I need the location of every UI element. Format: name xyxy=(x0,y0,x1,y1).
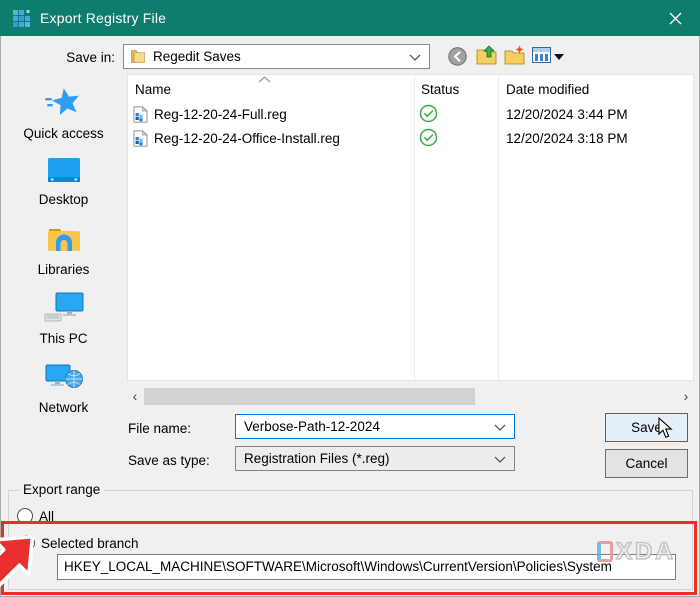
column-header-name[interactable]: Name xyxy=(135,82,171,97)
close-icon xyxy=(669,12,681,24)
save-button[interactable]: Save xyxy=(605,413,688,442)
save-in-combobox[interactable]: Regedit Saves xyxy=(123,44,430,69)
sidebar-item-libraries[interactable]: Libraries xyxy=(0,223,127,277)
save-as-type-label: Save as type: xyxy=(128,453,210,468)
file-name: Reg-12-20-24-Full.reg xyxy=(154,107,287,122)
chevron-down-icon xyxy=(494,424,506,431)
xda-logo-text: XDA xyxy=(615,538,676,565)
view-menu-icon[interactable] xyxy=(532,47,551,63)
radio-all[interactable] xyxy=(17,508,33,524)
chevron-down-icon xyxy=(494,456,506,463)
column-header-status[interactable]: Status xyxy=(421,82,459,97)
sidebar-item-label: Libraries xyxy=(37,262,90,277)
view-menu-caret-icon[interactable] xyxy=(554,54,564,60)
libraries-icon xyxy=(47,229,80,251)
scroll-right-icon[interactable]: › xyxy=(678,388,694,405)
folder-icon xyxy=(131,50,145,63)
file-name-combobox[interactable]: Verbose-Path-12-2024 xyxy=(235,414,515,439)
sync-status-check-icon xyxy=(419,104,438,123)
scroll-left-icon[interactable]: ‹ xyxy=(127,388,143,405)
export-range-legend: Export range xyxy=(19,482,105,497)
sidebar-item-desktop[interactable]: Desktop xyxy=(0,156,127,207)
branch-path-input[interactable]: HKEY_LOCAL_MACHINE\SOFTWARE\Microsoft\Wi… xyxy=(57,554,676,580)
file-name: Reg-12-20-24-Office-Install.reg xyxy=(154,131,340,146)
column-separator[interactable] xyxy=(414,75,415,380)
radio-all-label: All xyxy=(39,509,55,524)
file-date-modified: 12/20/2024 3:44 PM xyxy=(506,107,628,122)
window-title: Export Registry File xyxy=(40,10,167,26)
cancel-button-label: Cancel xyxy=(625,456,668,471)
column-header-date-modified[interactable]: Date modified xyxy=(506,82,589,97)
file-list: Name Status Date modified Reg-12-20-24-F… xyxy=(127,74,694,381)
file-date-modified: 12/20/2024 3:18 PM xyxy=(506,131,628,146)
quick-access-star-icon xyxy=(44,88,79,116)
sidebar-item-quick-access[interactable]: Quick access xyxy=(0,86,127,141)
radio-selected-branch-label: Selected branch xyxy=(41,536,139,551)
sync-status-check-icon xyxy=(419,128,438,147)
file-name-value: Verbose-Path-12-2024 xyxy=(244,419,380,434)
mouse-cursor-icon xyxy=(658,417,673,438)
sidebar-item-this-pc[interactable]: This PC xyxy=(0,292,127,346)
back-icon[interactable] xyxy=(448,47,467,66)
scrollbar-thumb[interactable] xyxy=(144,388,475,405)
cancel-button[interactable]: Cancel xyxy=(605,449,688,478)
registry-file-icon xyxy=(133,130,148,147)
file-name-label: File name: xyxy=(128,421,192,436)
xda-logo-bubble-icon xyxy=(597,541,613,562)
column-separator[interactable] xyxy=(498,75,499,380)
xda-watermark: XDA xyxy=(597,538,676,565)
sidebar-item-label: Quick access xyxy=(23,126,104,141)
sidebar-item-label: Desktop xyxy=(38,192,89,207)
registry-file-icon xyxy=(133,106,148,123)
network-icon xyxy=(45,364,83,388)
save-in-value: Regedit Saves xyxy=(153,49,241,64)
desktop-icon xyxy=(47,158,80,182)
up-one-level-icon[interactable] xyxy=(476,45,497,65)
save-as-type-value: Registration Files (*.reg) xyxy=(244,451,390,466)
chevron-down-icon xyxy=(409,54,421,61)
registry-app-icon xyxy=(13,10,30,27)
save-in-label: Save in: xyxy=(66,50,115,65)
save-as-type-combobox[interactable]: Registration Files (*.reg) xyxy=(235,446,515,471)
close-button[interactable] xyxy=(660,6,690,30)
sidebar-item-label: This PC xyxy=(39,331,88,346)
export-registry-dialog: Export Registry File Save in: Regedit Sa… xyxy=(0,0,700,597)
horizontal-scrollbar[interactable]: ‹ › xyxy=(127,388,694,405)
sidebar-item-network[interactable]: Network xyxy=(0,361,127,415)
create-new-folder-icon[interactable] xyxy=(504,45,525,65)
title-bar: Export Registry File xyxy=(0,0,700,36)
sort-ascending-icon xyxy=(258,76,271,83)
sidebar-item-label: Network xyxy=(38,400,89,415)
this-pc-icon xyxy=(44,292,83,322)
